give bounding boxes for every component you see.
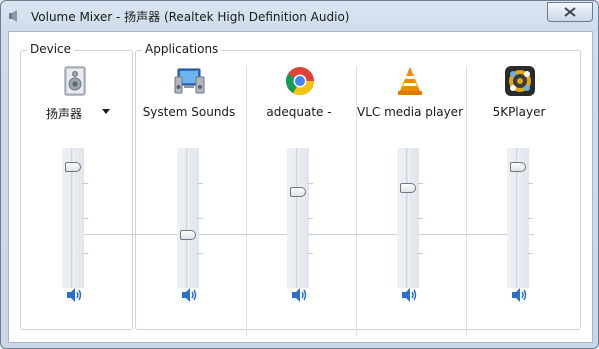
app-volume-thumb[interactable] (290, 187, 306, 197)
close-button[interactable] (547, 2, 593, 22)
app-channel-chrome: adequate - (247, 65, 351, 305)
device-name-label: 扬声器 (45, 107, 82, 121)
system-sounds-icon (174, 68, 205, 94)
volume-mixer-app-icon (9, 10, 17, 22)
app-volume-thumb[interactable] (400, 183, 416, 193)
app-channel-vlc: VLC media player (357, 65, 464, 305)
app-channel-system-sounds: System Sounds (137, 65, 241, 305)
app-mute-button[interactable] (180, 287, 198, 303)
app-volume-thumb[interactable] (180, 230, 196, 240)
device-dropdown-icon[interactable] (102, 109, 110, 114)
vlc-icon (398, 67, 422, 95)
app-mute-button[interactable] (290, 287, 308, 303)
app-name-label: adequate - (266, 105, 332, 119)
device-mute-button[interactable] (65, 287, 83, 303)
app-mute-button[interactable] (400, 287, 418, 303)
app-volume-slider[interactable] (177, 148, 203, 288)
app-name-label: VLC media player (357, 105, 464, 119)
app-name-label: 5KPlayer (492, 105, 546, 119)
window-title: Volume Mixer - 扬声器 (Realtek High Definit… (31, 10, 350, 24)
app-volume-slider[interactable] (507, 148, 533, 288)
mixer-client-area: Device Applications 扬声器 System Sounds ad… (8, 31, 593, 343)
app-channel-5kplayer: 5KPlayer (467, 65, 571, 305)
chrome-icon (286, 67, 314, 95)
speaker-device-icon (64, 66, 86, 96)
title-bar[interactable]: Volume Mixer - 扬声器 (Realtek High Definit… (1, 1, 598, 31)
app-volume-slider[interactable] (287, 148, 313, 288)
5kplayer-icon (505, 66, 535, 96)
app-mute-button[interactable] (510, 287, 528, 303)
device-volume-slider[interactable] (62, 148, 88, 288)
volume-mixer-window: Volume Mixer - 扬声器 (Realtek High Definit… (0, 0, 599, 349)
app-volume-thumb[interactable] (510, 162, 526, 172)
device-channel: 扬声器 (22, 65, 126, 305)
device-group-label: Device (27, 42, 75, 56)
applications-group-label: Applications (142, 42, 222, 56)
device-volume-thumb[interactable] (65, 162, 81, 172)
close-icon (564, 7, 576, 17)
app-volume-slider[interactable] (397, 148, 423, 288)
app-name-label: System Sounds (142, 105, 236, 119)
